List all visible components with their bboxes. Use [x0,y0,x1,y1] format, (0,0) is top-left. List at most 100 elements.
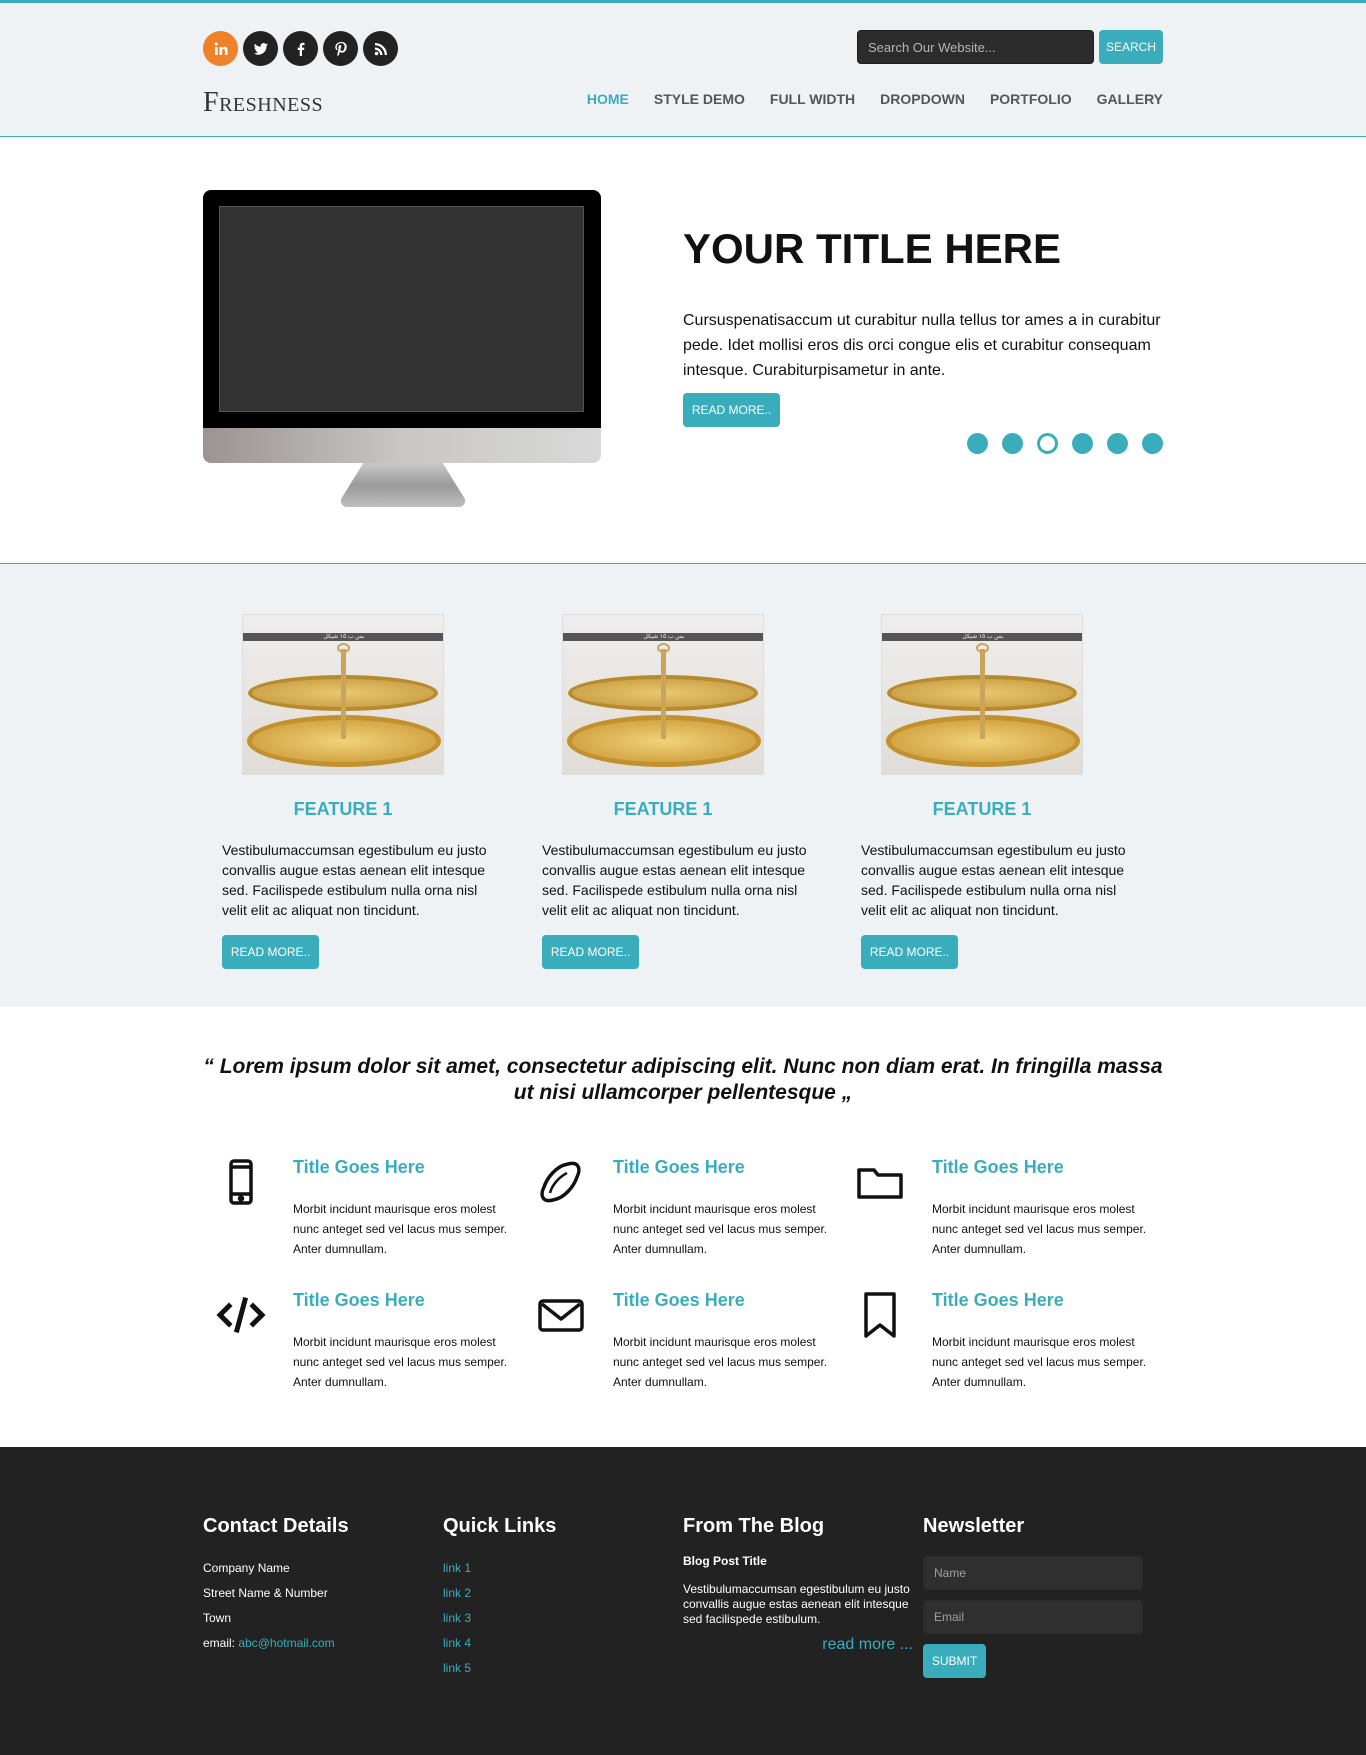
slider-pagination [967,433,1163,454]
feature-read-more-button[interactable]: READ MORE.. [222,935,319,969]
footer-heading: Newsletter [923,1515,1025,1537]
image-caption-bar: بس ب ١٥ شيكل [563,633,763,641]
quick-link[interactable]: link 1 [443,1556,673,1581]
quick-link[interactable]: link 3 [443,1606,673,1631]
pinterest-icon[interactable] [323,31,358,66]
monitor-chin [203,428,601,463]
feature-title: FEATURE 1 [932,799,1032,819]
main-nav: HOME STYLE DEMO FULL WIDTH DROPDOWN PORT… [587,91,1163,107]
feature-text: Vestibulumaccumsan egestibulum eu justo … [222,842,487,918]
mobile-phone-icon [213,1154,268,1209]
slider-dot[interactable] [1142,433,1163,454]
email-line: email: abc@hotmail.com [203,1631,433,1656]
company-name: Company Name [203,1561,290,1575]
feature-image[interactable]: بس ب ١٥ شيكل [881,614,1083,775]
service-title[interactable]: Title Goes Here [613,1157,745,1178]
service-text: Morbit incidunt maurisque eros molest nu… [613,1202,828,1256]
monitor-stand [341,463,465,507]
feature-card: بس ب ١٥ شيكل FEATURE 1 Vestibulumaccumsa… [842,614,1126,969]
testimonial-quote: “ Lorem ipsum dolor sit amet, consectetu… [203,1055,1163,1104]
service-item: Title Goes Here Morbit incidunt maurisqu… [213,1154,507,1269]
facebook-icon[interactable] [283,31,318,66]
site-logo[interactable]: Freshness [203,87,323,119]
nav-style-demo[interactable]: STYLE DEMO [654,91,745,107]
code-icon [213,1287,268,1342]
feature-text: Vestibulumaccumsan egestibulum eu justo … [542,842,807,918]
image-caption-bar: بس ب ١٥ شيكل [243,633,443,641]
quick-link[interactable]: link 4 [443,1631,673,1656]
service-title[interactable]: Title Goes Here [293,1157,425,1178]
service-title[interactable]: Title Goes Here [613,1290,745,1311]
slider-dot[interactable] [1002,433,1023,454]
service-item: Title Goes Here Morbit incidunt maurisqu… [533,1154,827,1269]
nav-gallery[interactable]: GALLERY [1097,91,1163,107]
service-title[interactable]: Title Goes Here [932,1290,1064,1311]
email-link[interactable]: abc@hotmail.com [238,1636,334,1650]
service-text: Morbit incidunt maurisque eros molest nu… [293,1335,508,1389]
feature-image[interactable]: بس ب ١٥ شيكل [562,614,764,775]
slider-dot[interactable] [967,433,988,454]
feature-title: FEATURE 1 [293,799,393,819]
service-title[interactable]: Title Goes Here [932,1157,1064,1178]
service-text: Morbit incidunt maurisque eros molest nu… [613,1335,828,1389]
email-label: email: [203,1636,236,1650]
service-text: Morbit incidunt maurisque eros molest nu… [293,1202,508,1256]
feature-text: Vestibulumaccumsan egestibulum eu justo … [861,842,1126,918]
footer-quick-links: Quick Links link 1 link 2 link 3 link 4 … [443,1515,673,1681]
footer-contact: Contact Details Company Name Street Name… [203,1515,433,1656]
service-item: Title Goes Here Morbit incidunt maurisqu… [533,1287,827,1402]
lemon-icon [533,1154,588,1209]
feature-title: FEATURE 1 [613,799,713,819]
nav-home[interactable]: HOME [587,91,629,107]
footer-newsletter: Newsletter SUBMIT [923,1515,1153,1678]
monitor-screen [219,206,584,412]
envelope-icon [533,1287,588,1342]
site-header: SEARCH Freshness HOME STYLE DEMO FULL WI… [0,0,1366,137]
quick-link[interactable]: link 2 [443,1581,673,1606]
feature-read-more-button[interactable]: READ MORE.. [542,935,639,969]
feature-card: بس ب ١٥ شيكل FEATURE 1 Vestibulumaccumsa… [203,614,487,969]
footer-heading: Contact Details [203,1515,349,1537]
newsletter-name-input[interactable] [923,1556,1143,1590]
rss-icon[interactable] [363,31,398,66]
services-section: “ Lorem ipsum dolor sit amet, consectetu… [0,1007,1366,1447]
search-input[interactable] [857,30,1094,64]
service-item: Title Goes Here Morbit incidunt maurisqu… [213,1287,507,1402]
blog-post-excerpt: Vestibulumaccumsan egestibulum eu justo … [683,1582,910,1626]
nav-full-width[interactable]: FULL WIDTH [770,91,855,107]
blog-post-title[interactable]: Blog Post Title [683,1554,913,1568]
newsletter-submit-button[interactable]: SUBMIT [923,1644,986,1678]
service-item: Title Goes Here Morbit incidunt maurisqu… [852,1154,1146,1269]
hero-read-more-button[interactable]: READ MORE.. [683,393,780,427]
slider-dot[interactable] [1107,433,1128,454]
monitor-image [203,190,601,507]
nav-portfolio[interactable]: PORTFOLIO [990,91,1072,107]
footer-heading: Quick Links [443,1515,557,1537]
feature-card: بس ب ١٥ شيكل FEATURE 1 Vestibulumaccumsa… [523,614,807,969]
bookmark-icon [852,1287,907,1342]
service-item: Title Goes Here Morbit incidunt maurisqu… [852,1287,1146,1402]
social-links [203,31,398,66]
service-title[interactable]: Title Goes Here [293,1290,425,1311]
linkedin-icon[interactable] [203,31,238,66]
hero-text: Cursuspenatisaccum ut curabitur nulla te… [683,312,1161,379]
feature-read-more-button[interactable]: READ MORE.. [861,935,958,969]
twitter-icon[interactable] [243,31,278,66]
nav-dropdown[interactable]: DROPDOWN [880,91,965,107]
hero-title: YOUR TITLE HERE [683,225,1062,272]
street-address: Street Name & Number [203,1586,328,1600]
search-button[interactable]: SEARCH [1099,30,1163,64]
service-text: Morbit incidunt maurisque eros molest nu… [932,1335,1147,1389]
newsletter-email-input[interactable] [923,1600,1143,1634]
site-footer: Contact Details Company Name Street Name… [0,1447,1366,1755]
town: Town [203,1611,232,1625]
feature-image[interactable]: بس ب ١٥ شيكل [242,614,444,775]
quick-link[interactable]: link 5 [443,1656,673,1681]
monitor-frame [203,190,601,428]
blog-read-more-link[interactable]: read more ... [683,1636,913,1654]
folder-icon [852,1154,907,1209]
slider-dot[interactable] [1072,433,1093,454]
slider-dot-active[interactable] [1037,433,1058,454]
features-section: بس ب ١٥ شيكل FEATURE 1 Vestibulumaccumsa… [0,564,1366,1007]
footer-heading: From The Blog [683,1515,825,1537]
